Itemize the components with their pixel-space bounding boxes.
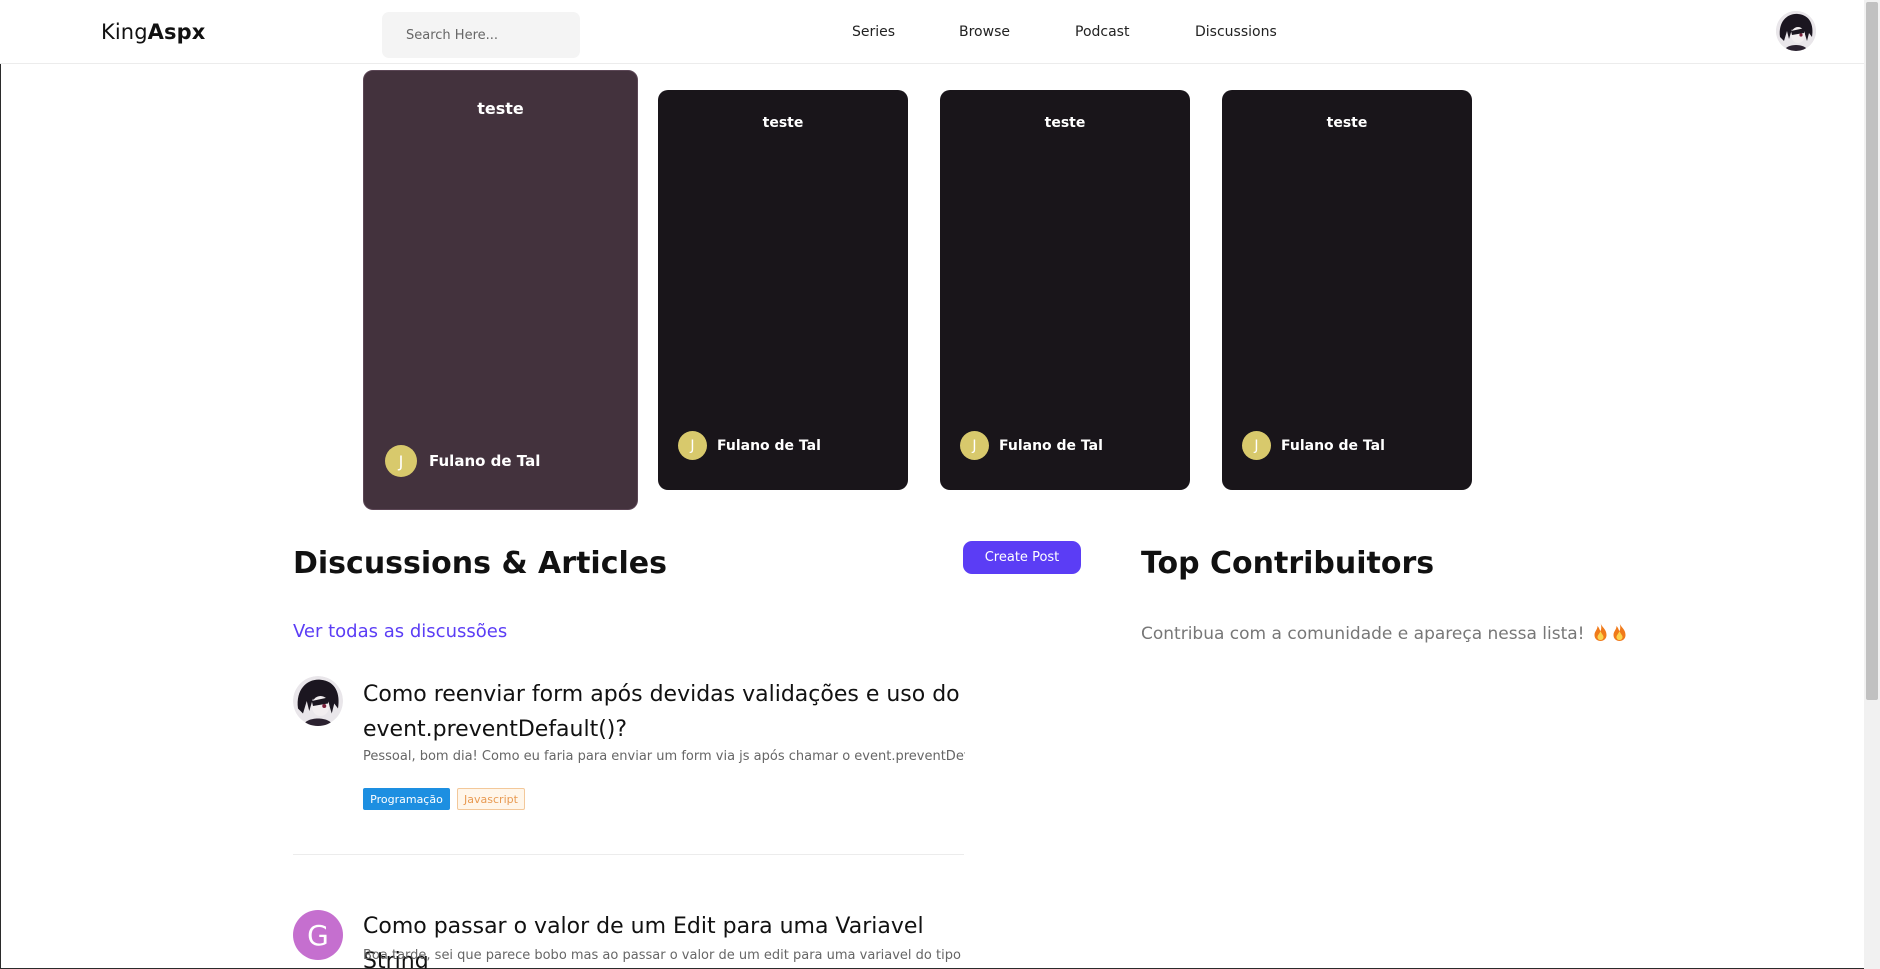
top-contributors-note: Contribua com a comunidade e apareça nes…: [1141, 622, 1628, 644]
post-author-avatar[interactable]: [293, 676, 343, 726]
post-excerpt: Boa tarde, sei que parece bobo mas ao pa…: [363, 948, 965, 963]
create-post-button[interactable]: Create Post: [963, 541, 1081, 574]
card-author: J Fulano de Tal: [678, 431, 821, 460]
post-author-avatar-image: [293, 676, 343, 726]
author-name: Fulano de Tal: [999, 437, 1103, 454]
card-author: J Fulano de Tal: [385, 445, 540, 477]
featured-card-4[interactable]: teste J Fulano de Tal: [1222, 90, 1472, 490]
author-name: Fulano de Tal: [1281, 437, 1385, 454]
post-title-line-1: Como reenviar form após devidas validaçõ…: [363, 682, 960, 707]
post-title[interactable]: Como reenviar form após devidas validaçõ…: [363, 677, 963, 747]
post-title-line-2: event.preventDefault()?: [363, 717, 628, 742]
author-avatar: J: [385, 445, 417, 477]
card-title: teste: [1326, 115, 1368, 131]
top-navbar: KingAspx Series Browse Podcast Discussio…: [0, 0, 1864, 64]
view-all-discussions-link[interactable]: Ver todas as discussões: [293, 621, 507, 642]
site-logo[interactable]: KingAspx: [101, 20, 205, 44]
nav-browse-link[interactable]: Browse: [959, 24, 1010, 40]
user-avatar[interactable]: [1776, 11, 1816, 51]
discussions-heading: Discussions & Articles: [293, 546, 667, 581]
author-avatar: J: [1242, 431, 1271, 460]
tag-programacao[interactable]: Programação: [363, 788, 450, 810]
author-avatar: J: [960, 431, 989, 460]
post-excerpt: Pessoal, bom dia! Como eu faria para env…: [363, 749, 965, 764]
card-title: teste: [477, 99, 524, 118]
search-input[interactable]: [382, 12, 580, 58]
tag-javascript[interactable]: Javascript: [457, 788, 525, 810]
card-title: teste: [762, 115, 804, 131]
post-divider: [293, 854, 964, 855]
card-title: teste: [1044, 115, 1086, 131]
fire-icon: [1613, 623, 1626, 641]
top-contributors-heading: Top Contribuitors: [1141, 546, 1435, 581]
page-scrollbar-thumb[interactable]: [1866, 2, 1878, 700]
fire-icon: [1594, 623, 1607, 641]
post-author-avatar[interactable]: G: [293, 910, 343, 960]
author-avatar: J: [678, 431, 707, 460]
card-author: J Fulano de Tal: [1242, 431, 1385, 460]
author-name: Fulano de Tal: [429, 452, 541, 470]
user-avatar-image: [1776, 11, 1816, 51]
nav-discussions-link[interactable]: Discussions: [1195, 24, 1277, 40]
featured-card-1[interactable]: teste J Fulano de Tal: [363, 70, 638, 510]
featured-card-2[interactable]: teste J Fulano de Tal: [658, 90, 908, 490]
nav-series-link[interactable]: Series: [852, 24, 895, 40]
card-author: J Fulano de Tal: [960, 431, 1103, 460]
featured-card-3[interactable]: teste J Fulano de Tal: [940, 90, 1190, 490]
nav-podcast-link[interactable]: Podcast: [1075, 24, 1129, 40]
author-name: Fulano de Tal: [717, 437, 821, 454]
